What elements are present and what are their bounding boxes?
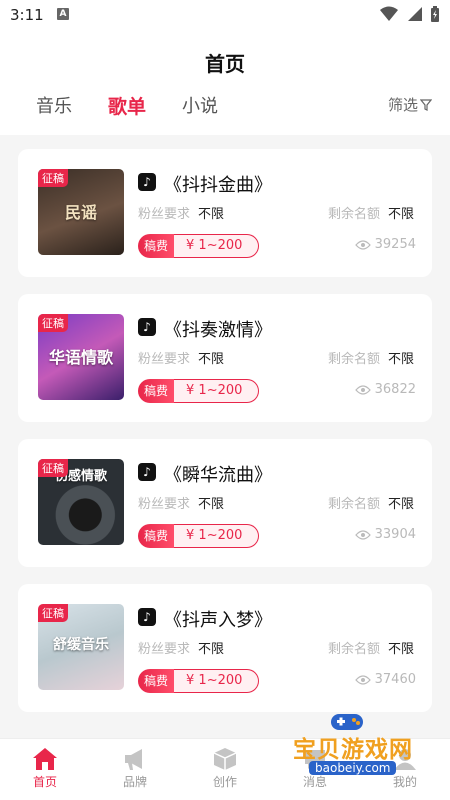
notification-icon: A xyxy=(57,8,69,20)
tab-novel[interactable]: 小说 xyxy=(182,92,218,119)
category-tabs: 音乐 歌单 小说 xyxy=(36,92,218,119)
signal-icon xyxy=(408,7,422,21)
quota-label: 剩余名额 xyxy=(328,352,381,367)
cover-text: 民谣 xyxy=(64,203,97,222)
list-item[interactable]: 华语情歌 征稿 ♪ 《抖奏激情》 粉丝要求 不限 剩余名额 不限 稿费 ¥ 1~… xyxy=(18,294,432,422)
view-count: 39254 xyxy=(354,237,416,252)
nav-label: 创作 xyxy=(212,775,237,789)
view-count-value: 37460 xyxy=(374,672,416,687)
tiktok-icon: ♪ xyxy=(138,318,156,336)
quota-value: 不限 xyxy=(388,642,415,657)
fans-value: 不限 xyxy=(198,642,225,657)
eye-icon xyxy=(354,384,371,395)
list-item[interactable]: 舒缓音乐 征稿 ♪ 《抖声入梦》 粉丝要求 不限 剩余名额 不限 稿费 ¥ 1~… xyxy=(18,584,432,712)
gamepad-icon xyxy=(331,714,363,730)
card-title: 《抖奏激情》 xyxy=(164,320,272,341)
filter-label: 筛选 xyxy=(387,96,418,114)
watermark: 宝贝游戏网 baobeiy.com xyxy=(285,708,435,780)
view-count: 33904 xyxy=(354,527,416,542)
view-count-value: 36822 xyxy=(374,382,416,397)
status-time: 3:11 xyxy=(10,6,44,24)
fee-value: ¥ 1~200 xyxy=(174,669,260,693)
tiktok-icon: ♪ xyxy=(138,173,156,191)
fans-label: 粉丝要求 xyxy=(138,497,191,512)
quota-label: 剩余名额 xyxy=(328,207,381,222)
cover-image: 华语情歌 征稿 xyxy=(38,314,124,400)
fee-badge: 稿费 ¥ 1~200 xyxy=(138,234,260,258)
cover-text: 华语情歌 xyxy=(48,348,113,367)
filter-button[interactable]: 筛选 xyxy=(388,94,432,115)
status-bar: 3:11 A xyxy=(0,0,450,30)
fee-label: 稿费 xyxy=(138,379,175,403)
fans-value: 不限 xyxy=(198,352,225,367)
fee-value: ¥ 1~200 xyxy=(174,524,260,548)
tab-music[interactable]: 音乐 xyxy=(36,92,72,119)
tiktok-icon: ♪ xyxy=(138,608,156,626)
nav-item-brand[interactable]: 品牌 xyxy=(90,739,180,800)
cover-text: 舒缓音乐 xyxy=(53,637,109,653)
fans-value: 不限 xyxy=(198,207,225,222)
cover-image: 舒缓音乐 征稿 xyxy=(38,604,124,690)
page-title: 首页 xyxy=(205,52,245,76)
eye-icon xyxy=(354,529,371,540)
fee-badge: 稿费 ¥ 1~200 xyxy=(138,524,260,548)
cube-icon xyxy=(213,748,237,770)
fans-label: 粉丝要求 xyxy=(138,642,191,657)
fans-label: 粉丝要求 xyxy=(138,207,191,222)
tab-playlist[interactable]: 歌单 xyxy=(108,92,146,119)
fans-value: 不限 xyxy=(198,497,225,512)
wifi-icon xyxy=(380,6,398,21)
cover-image: 伤感情歌 征稿 xyxy=(38,459,124,545)
status-badge: 征稿 xyxy=(38,314,68,332)
nav-label: 首页 xyxy=(32,775,57,789)
home-icon xyxy=(33,748,57,770)
status-badge: 征稿 xyxy=(38,459,68,477)
quota-label: 剩余名额 xyxy=(328,642,381,657)
card-title: 《瞬华流曲》 xyxy=(164,465,272,486)
list-item[interactable]: 伤感情歌 征稿 ♪ 《瞬华流曲》 粉丝要求 不限 剩余名额 不限 稿费 ¥ 1~… xyxy=(18,439,432,567)
nav-item-home[interactable]: 首页 xyxy=(0,739,90,800)
fee-value: ¥ 1~200 xyxy=(174,379,260,403)
watermark-url: baobeiy.com xyxy=(309,761,397,775)
eye-icon xyxy=(354,239,371,250)
battery-icon xyxy=(431,6,439,22)
fee-badge: 稿费 ¥ 1~200 xyxy=(138,379,260,403)
card-title: 《抖声入梦》 xyxy=(164,610,272,631)
view-count: 36822 xyxy=(354,382,416,397)
eye-icon xyxy=(354,674,371,685)
fee-label: 稿费 xyxy=(138,524,175,548)
card-title: 《抖抖金曲》 xyxy=(164,175,272,196)
list-item[interactable]: 民谣 征稿 ♪ 《抖抖金曲》 粉丝要求 不限 剩余名额 不限 稿费 ¥ 1~20… xyxy=(18,149,432,277)
header: 首页 音乐 歌单 小说 筛选 xyxy=(0,30,450,135)
fee-badge: 稿费 ¥ 1~200 xyxy=(138,669,260,693)
quota-label: 剩余名额 xyxy=(328,497,381,512)
status-icons xyxy=(380,6,440,22)
cover-image: 民谣 征稿 xyxy=(38,169,124,255)
fans-label: 粉丝要求 xyxy=(138,352,191,367)
quota-value: 不限 xyxy=(388,207,415,222)
view-count-value: 33904 xyxy=(374,527,416,542)
tiktok-icon: ♪ xyxy=(138,463,156,481)
view-count-value: 39254 xyxy=(374,237,416,252)
quota-value: 不限 xyxy=(388,352,415,367)
status-badge: 征稿 xyxy=(38,604,68,622)
fee-label: 稿费 xyxy=(138,234,175,258)
quota-value: 不限 xyxy=(388,497,415,512)
fee-value: ¥ 1~200 xyxy=(174,234,260,258)
watermark-text: 宝贝游戏网 xyxy=(293,737,413,763)
nav-item-create[interactable]: 创作 xyxy=(180,739,270,800)
fee-label: 稿费 xyxy=(138,669,175,693)
filter-icon xyxy=(420,98,432,111)
view-count: 37460 xyxy=(354,672,416,687)
megaphone-icon xyxy=(125,749,142,770)
status-badge: 征稿 xyxy=(38,169,68,187)
nav-label: 品牌 xyxy=(122,775,147,789)
